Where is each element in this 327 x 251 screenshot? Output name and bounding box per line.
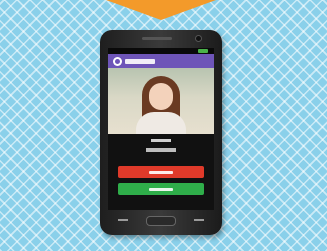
signal-icon <box>198 49 208 53</box>
menu-key-icon[interactable] <box>118 219 128 225</box>
app-header <box>108 54 214 68</box>
status-bar <box>108 48 214 54</box>
call-timer <box>146 148 176 152</box>
home-key-icon[interactable] <box>146 216 176 226</box>
answer-label <box>149 187 173 191</box>
answer-button[interactable] <box>118 183 204 195</box>
end-call-button[interactable] <box>118 166 204 178</box>
smartphone <box>100 30 222 235</box>
app-logo-icon <box>113 56 122 66</box>
front-camera <box>196 36 201 41</box>
down-arrow-icon <box>106 0 216 20</box>
call-info <box>108 134 214 164</box>
video-call-view <box>108 68 214 134</box>
end-call-label <box>149 170 173 174</box>
caller-face <box>149 83 173 110</box>
hardware-keys <box>100 216 222 228</box>
phone-speaker <box>142 37 172 40</box>
back-key-icon[interactable] <box>194 219 204 225</box>
app-name <box>125 58 155 64</box>
phone-screen <box>108 48 214 210</box>
caller-body <box>136 112 186 134</box>
caller-name <box>151 139 171 142</box>
